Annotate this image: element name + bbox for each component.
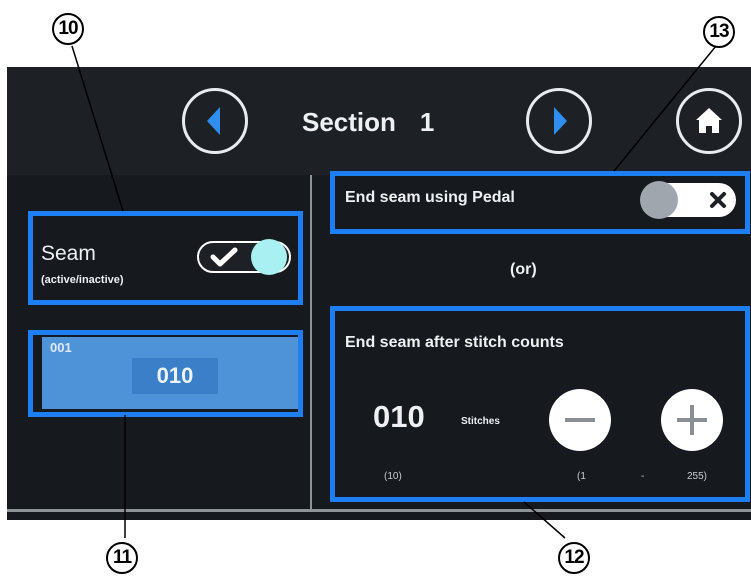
- callout-11: 11: [106, 542, 138, 574]
- callout-leader-lines: [71, 45, 717, 539]
- callout-10: 10: [52, 13, 84, 45]
- callout-12: 12: [558, 542, 590, 574]
- callout-13: 13: [703, 16, 735, 48]
